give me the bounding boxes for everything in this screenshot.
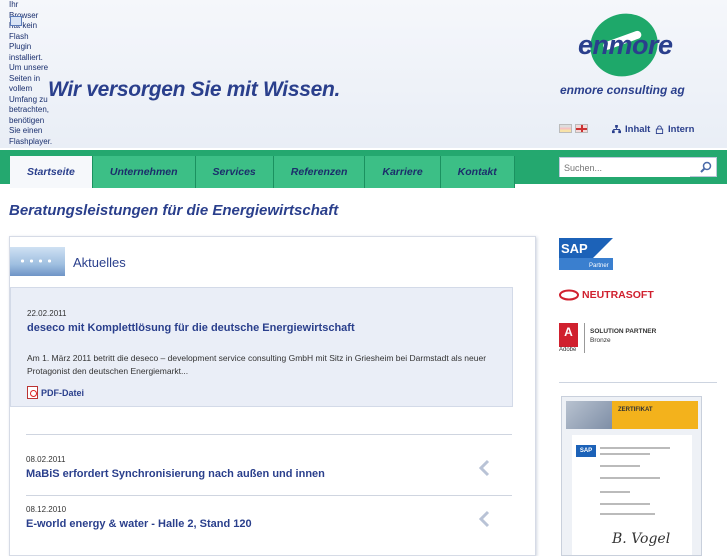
news-title-link[interactable]: E-world energy & water - Halle 2, Stand …: [26, 518, 252, 530]
news-title-link[interactable]: deseco mit Komplettlösung für die deutsc…: [27, 322, 355, 334]
tab-services[interactable]: Services: [195, 156, 274, 188]
pdf-icon: [27, 386, 38, 399]
inhalt-link[interactable]: Inhalt: [612, 124, 650, 135]
header: Ihr Browser hat kein Flash Plugin instal…: [0, 0, 727, 148]
neutrasoft-swoosh-icon: [559, 289, 579, 301]
page-title: Beratungsleistungen für die Energiewirts…: [9, 202, 339, 219]
certificate-text-line: [600, 477, 660, 479]
neutrasoft-text: NEUTRASOFT: [582, 289, 654, 301]
english-flag-icon[interactable]: [575, 124, 588, 133]
certificate-text-line: [600, 447, 670, 449]
news-panel: Aktuelles 22.02.2011 deseco mit Komplett…: [9, 236, 536, 556]
news-date: 08.02.2011: [26, 455, 66, 464]
certificate-title: ZERTIFIKAT: [618, 407, 653, 413]
inhalt-label: Inhalt: [625, 124, 651, 135]
sidebar-divider: [559, 382, 717, 383]
news-heading: Aktuelles: [73, 255, 126, 270]
sap-partner-logo[interactable]: SAP Partner: [559, 238, 613, 270]
search-box: [559, 157, 717, 177]
certificate-text-line: [600, 491, 630, 493]
lock-icon: [655, 125, 664, 134]
news-title-link[interactable]: MaBiS erfordert Synchronisierung nach au…: [26, 468, 325, 480]
intern-link[interactable]: Intern: [655, 124, 694, 135]
tab-kontakt[interactable]: Kontakt: [440, 156, 515, 188]
tab-karriere[interactable]: Karriere: [365, 156, 441, 188]
adobe-line2: Bronze: [590, 337, 611, 344]
news-date: 22.02.2011: [27, 309, 67, 318]
adobe-line1: SOLUTION PARTNER: [590, 328, 657, 335]
pdf-link[interactable]: PDF-Datei: [27, 386, 84, 399]
certificate-text-line: [600, 503, 650, 505]
logo-text[interactable]: enmore: [578, 30, 673, 61]
news-item: 08.12.2010 E-world energy & water - Hall…: [26, 495, 512, 555]
pdf-label: PDF-Datei: [41, 387, 85, 398]
flash-notice: Ihr Browser hat kein Flash Plugin instal…: [9, 0, 52, 147]
lightbulbs-image: [10, 247, 65, 276]
tab-referenzen[interactable]: Referenzen: [273, 156, 366, 188]
tab-unternehmen[interactable]: Unternehmen: [92, 156, 196, 188]
chevron-left-icon[interactable]: [478, 510, 490, 528]
news-date: 08.12.2010: [26, 505, 67, 514]
certificate-sap-logo: SAP: [576, 445, 596, 457]
flash-plugin-icon[interactable]: [10, 16, 22, 26]
adobe-partner-logo[interactable]: A Adobe SOLUTION PARTNER Bronze: [559, 323, 656, 353]
company-name: enmore consulting ag: [560, 83, 685, 97]
certificate-text-line: [600, 465, 640, 467]
news-header: Aktuelles: [10, 237, 535, 287]
adobe-caption: Adobe: [559, 347, 577, 353]
certificate-band: ZERTIFIKAT: [612, 401, 698, 429]
tab-startseite[interactable]: Startseite: [10, 156, 93, 188]
search-icon[interactable]: [700, 161, 712, 173]
neutrasoft-logo[interactable]: NEUTRASOFT: [559, 289, 654, 301]
adobe-partner-text: SOLUTION PARTNER Bronze: [584, 323, 656, 353]
adobe-icon: A: [559, 323, 578, 347]
language-switch: [559, 124, 588, 133]
certificate-text-line: [600, 453, 650, 455]
news-item-featured: 22.02.2011 deseco mit Komplettlösung für…: [10, 287, 513, 407]
intern-label: Intern: [668, 124, 695, 135]
news-item: 08.02.2011 MaBiS erfordert Synchronisier…: [26, 434, 512, 494]
search-input[interactable]: [560, 159, 690, 177]
sap-text: SAP: [561, 241, 588, 256]
chevron-left-icon[interactable]: [478, 459, 490, 477]
sap-partner-badge: Partner: [589, 263, 609, 269]
certificate-photo: [566, 401, 612, 429]
main-navigation: Startseite Unternehmen Services Referenz…: [10, 156, 515, 188]
certificate-body: SAP B. Vogel: [572, 435, 692, 555]
news-teaser: Am 1. März 2011 betritt die deseco – dev…: [27, 353, 487, 376]
certificate-thumbnail[interactable]: ZERTIFIKAT SAP B. Vogel: [561, 396, 702, 556]
certificate-text-line: [600, 513, 655, 515]
tagline: Wir versorgen Sie mit Wissen.: [48, 78, 341, 101]
german-flag-icon[interactable]: [559, 124, 572, 133]
sitemap-icon: [612, 125, 621, 134]
